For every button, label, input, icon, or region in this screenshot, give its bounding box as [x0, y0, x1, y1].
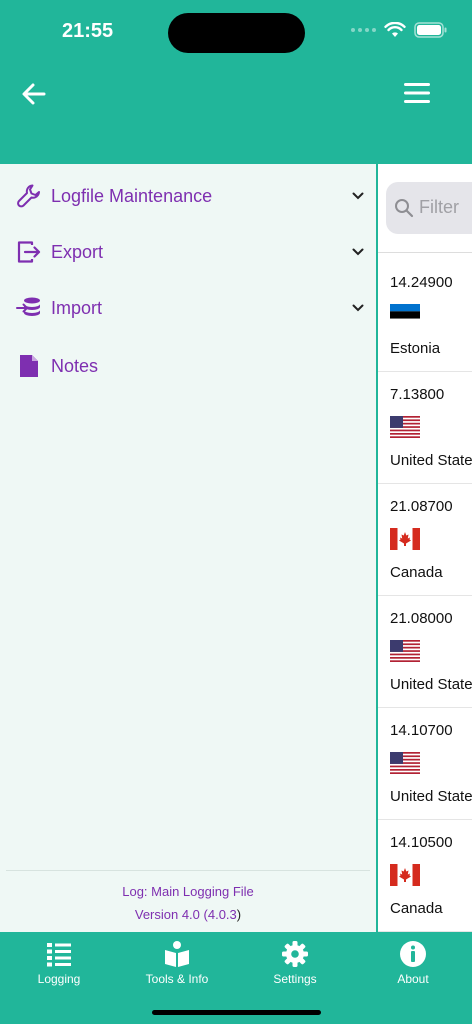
drawer-item-label: Export	[51, 241, 104, 262]
tab-label: Logging	[37, 972, 81, 986]
canada-flag	[390, 864, 420, 886]
list-item[interactable]: 7.13800 United States	[378, 372, 472, 484]
log-file-label: Log: Main Logging File	[122, 884, 254, 899]
wifi-icon	[384, 22, 406, 37]
chevron-down-icon	[352, 248, 364, 256]
log-list-panel: Filter 14.24900 Estonia 7.13800 United S…	[378, 164, 472, 932]
country-label: Estonia	[390, 340, 441, 357]
battery-icon	[414, 22, 447, 38]
list-icon	[47, 943, 71, 967]
list-item[interactable]: 21.08700 Canada	[378, 484, 472, 596]
drawer-item-label: Import	[51, 297, 103, 318]
list-item[interactable]: 14.24900 Estonia	[378, 260, 472, 372]
chevron-down-icon	[352, 304, 364, 312]
country-label: United States	[390, 788, 472, 805]
frequency-label: 14.24900	[390, 274, 453, 291]
tab-label: About	[397, 972, 429, 986]
country-label: Canada	[390, 900, 443, 917]
frequency-label: 21.08700	[390, 498, 453, 515]
drawer-item-notes[interactable]: Notes	[0, 340, 376, 392]
frequency-label: 7.13800	[390, 386, 445, 403]
drawer-item-import[interactable]: Import	[0, 282, 376, 334]
filter-placeholder: Filter	[419, 197, 459, 217]
tab-label: Settings	[273, 972, 317, 986]
status-icons	[351, 22, 448, 38]
drawer-item-label: Notes	[51, 355, 99, 376]
drawer-item-export[interactable]: Export	[0, 226, 376, 278]
import-icon	[16, 295, 42, 321]
estonia-flag	[390, 304, 420, 326]
version-label: Version 4.0 (4.0.3)	[134, 907, 242, 922]
frequency-label: 14.10500	[390, 834, 453, 851]
tab-settings[interactable]: Settings	[236, 940, 354, 996]
chevron-down-icon	[352, 192, 364, 200]
filter-field[interactable]: Filter	[386, 182, 472, 234]
tab-about[interactable]: About	[354, 940, 472, 996]
header: 21:55	[0, 0, 472, 164]
list-item[interactable]: 14.10500 Canada	[378, 820, 472, 932]
country-label: United States	[390, 452, 472, 469]
dynamic-island	[168, 13, 305, 53]
search-icon	[395, 199, 414, 218]
list-item[interactable]: 21.08000 United States	[378, 596, 472, 708]
back-arrow-icon[interactable]	[18, 78, 50, 110]
tab-tools-info[interactable]: Tools & Info	[118, 940, 236, 996]
signal-icon	[351, 28, 376, 32]
hamburger-menu-icon[interactable]	[402, 80, 432, 106]
frequency-label: 21.08000	[390, 610, 453, 627]
country-label: Canada	[390, 564, 443, 581]
tab-label: Tools & Info	[145, 972, 209, 986]
frequency-label: 14.10700	[390, 722, 453, 739]
wrench-icon	[16, 183, 42, 209]
list-divider	[378, 252, 472, 253]
usa-flag	[390, 640, 420, 662]
country-label: United States	[390, 676, 472, 693]
tab-logging[interactable]: Logging	[0, 940, 118, 996]
drawer-item-logfile-maintenance[interactable]: Logfile Maintenance	[0, 170, 376, 222]
book-icon	[165, 941, 189, 967]
footer-divider	[6, 870, 370, 871]
usa-flag	[390, 416, 420, 438]
home-indicator	[152, 1010, 321, 1015]
drawer-item-label: Logfile Maintenance	[51, 185, 213, 206]
gear-icon	[282, 941, 308, 967]
list-item[interactable]: 14.10700 United States	[378, 708, 472, 820]
usa-flag	[390, 752, 420, 774]
status-time: 21:55	[62, 20, 114, 42]
info-icon	[400, 941, 426, 967]
export-icon	[16, 239, 42, 265]
note-icon	[16, 353, 42, 379]
side-drawer: Logfile Maintenance Export Import Notes	[0, 164, 376, 932]
canada-flag	[390, 528, 420, 550]
